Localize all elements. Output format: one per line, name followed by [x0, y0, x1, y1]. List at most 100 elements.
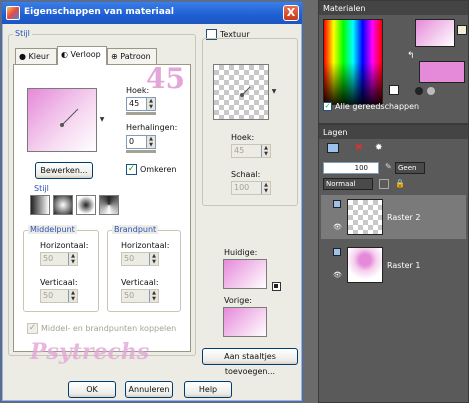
dialog-titlebar[interactable]: Eigenschappen van materiaal X	[2, 2, 302, 24]
gradient-dropdown-arrow[interactable]: ▼	[98, 114, 106, 126]
angle-slider[interactable]	[126, 112, 156, 115]
invert-label: Omkeren	[140, 165, 177, 174]
small-background-swatch[interactable]	[457, 25, 467, 35]
repeats-label: Herhalingen:	[126, 123, 178, 132]
texture-preview[interactable]	[213, 64, 269, 120]
half-circle-icon: ◐	[61, 50, 68, 59]
close-button[interactable]: X	[283, 5, 299, 21]
current-swatch	[223, 259, 267, 289]
previous-swatch[interactable]	[223, 307, 267, 337]
focal-horizontal-input[interactable]: 50 ▲ ▼	[121, 252, 159, 266]
reset-colors-icon[interactable]	[389, 85, 399, 95]
layer-type-icon	[333, 248, 341, 256]
new-layer-icon[interactable]	[327, 143, 339, 153]
material-properties-dialog: Eigenschappen van materiaal X Stijl ● Kl…	[1, 1, 303, 402]
radial-style-button[interactable]	[99, 195, 119, 215]
focal-point-label: Brandpunt	[112, 225, 159, 234]
previous-label: Vorige:	[224, 296, 252, 305]
center-horizontal-input[interactable]: 50 ▲ ▼	[40, 252, 78, 266]
add-to-swatches-button[interactable]: Aan staaltjes toevoegen...	[202, 348, 298, 376]
app-icon	[6, 6, 20, 20]
style-group-label: Stijl	[13, 29, 32, 38]
focal-horizontal-label: Horizontaal:	[121, 241, 170, 250]
texture-angle-label: Hoek:	[231, 133, 255, 142]
link-points-checkbox[interactable]: ✓	[27, 323, 38, 334]
layer-name: Raster 1	[387, 261, 421, 270]
texture-angle-input[interactable]: 45 ▲ ▼	[231, 144, 271, 158]
background-swatch[interactable]	[419, 61, 465, 83]
watermark-name: Psytrechs	[30, 339, 150, 365]
center-horizontal-spinner[interactable]: ▲ ▼	[68, 253, 77, 265]
angle-handle-icon	[60, 108, 79, 127]
visibility-eye-icon[interactable]: 👁	[333, 223, 342, 231]
angle-input[interactable]: 45 ▲ ▼	[126, 97, 156, 111]
color-spectrum[interactable]	[323, 19, 383, 105]
blend-mode-dropdown[interactable]: Normaal	[323, 178, 373, 190]
repeats-spinner[interactable]: ▲ ▼	[146, 136, 155, 148]
foreground-swatch[interactable]	[415, 19, 455, 47]
brush-icon: ✎	[385, 162, 392, 171]
layer-row-raster-2[interactable]: 👁 Raster 2	[321, 195, 466, 239]
current-label: Huidige:	[224, 248, 258, 257]
all-tools-label: Alle gereedschappen	[335, 102, 420, 111]
focal-vertical-label: Verticaal:	[121, 278, 159, 287]
materials-title-bar: Materialen	[319, 1, 468, 15]
scale-label: Schaal:	[231, 170, 261, 179]
tab-gradient[interactable]: ◐ Verloop	[57, 46, 107, 65]
repeats-slider[interactable]	[126, 150, 156, 153]
layer-row-raster-1[interactable]: 👁 Raster 1	[321, 243, 466, 287]
linear-style-button[interactable]	[30, 195, 50, 215]
opacity-input[interactable]: 100	[323, 162, 379, 174]
style-selector-icon[interactable]	[415, 87, 423, 95]
circle-icon: ●	[19, 52, 26, 61]
rectangular-style-button[interactable]	[53, 195, 73, 215]
tab-color[interactable]: ● Kleur	[15, 48, 57, 64]
swap-icon[interactable]	[272, 282, 281, 291]
texture-dropdown-arrow[interactable]: ▼	[270, 86, 278, 98]
angle-spinner[interactable]: ▲ ▼	[146, 98, 155, 110]
center-vertical-spinner[interactable]: ▲ ▼	[68, 290, 77, 302]
texture-angle-spinner[interactable]: ▲ ▼	[261, 145, 270, 157]
focal-horizontal-spinner[interactable]: ▲ ▼	[149, 253, 158, 265]
scale-input[interactable]: 100 ▲ ▼	[231, 181, 271, 195]
focal-vertical-spinner[interactable]: ▲ ▼	[149, 290, 158, 302]
center-point-label: Middelpunt	[28, 225, 77, 234]
effects-icon[interactable]: ✸	[375, 143, 383, 153]
layers-title: Lagen	[323, 128, 348, 137]
edit-button[interactable]: Bewerken...	[35, 162, 93, 179]
scale-spinner[interactable]: ▲ ▼	[261, 182, 270, 194]
cancel-button[interactable]: Annuleren	[125, 381, 173, 398]
lock-icon[interactable]: 🔒	[395, 179, 405, 188]
center-vertical-label: Verticaal:	[40, 278, 78, 287]
layer-thumbnail	[347, 247, 383, 283]
sunburst-style-button[interactable]	[76, 195, 96, 215]
layers-panel: Lagen ✖ ✸ 100 ✎ Geen Normaal 🔒 👁 Raster …	[318, 124, 469, 403]
center-horizontal-label: Horizontaal:	[40, 241, 89, 250]
layer-thumbnail	[347, 199, 383, 235]
materials-panel: Materialen ↰ ✓ Alle gereedschappen	[318, 0, 469, 124]
texture-selector-icon[interactable]	[427, 87, 435, 95]
layers-title-bar: Lagen	[319, 125, 468, 139]
visibility-eye-icon[interactable]: 👁	[333, 271, 342, 279]
repeats-input[interactable]: 0 ▲ ▼	[126, 135, 156, 149]
delete-layer-icon[interactable]: ✖	[355, 143, 365, 153]
focal-vertical-input[interactable]: 50 ▲ ▼	[121, 289, 159, 303]
materials-title: Materialen	[323, 4, 366, 13]
gradient-preview[interactable]	[27, 88, 97, 152]
blend-none-dropdown[interactable]: Geen	[395, 162, 425, 174]
dialog-title: Eigenschappen van materiaal	[24, 7, 174, 17]
texture-angle-icon	[240, 86, 251, 97]
layer-group-icon[interactable]	[379, 179, 389, 189]
invert-checkbox[interactable]: ✓	[126, 164, 137, 175]
help-button[interactable]: Help	[184, 381, 232, 398]
all-tools-checkbox[interactable]: ✓	[323, 102, 332, 111]
layer-name: Raster 2	[387, 213, 421, 222]
watermark-number: 45	[146, 62, 185, 95]
link-points-label: Middel- en brandpunten koppelen	[41, 324, 177, 333]
ok-button[interactable]: OK	[68, 381, 116, 398]
center-vertical-input[interactable]: 50 ▲ ▼	[40, 289, 78, 303]
gradient-style-label: Stijl	[34, 184, 49, 193]
pattern-icon: ⊕	[111, 52, 118, 61]
swap-colors-icon[interactable]: ↰	[407, 51, 415, 61]
layer-type-icon	[333, 200, 341, 208]
